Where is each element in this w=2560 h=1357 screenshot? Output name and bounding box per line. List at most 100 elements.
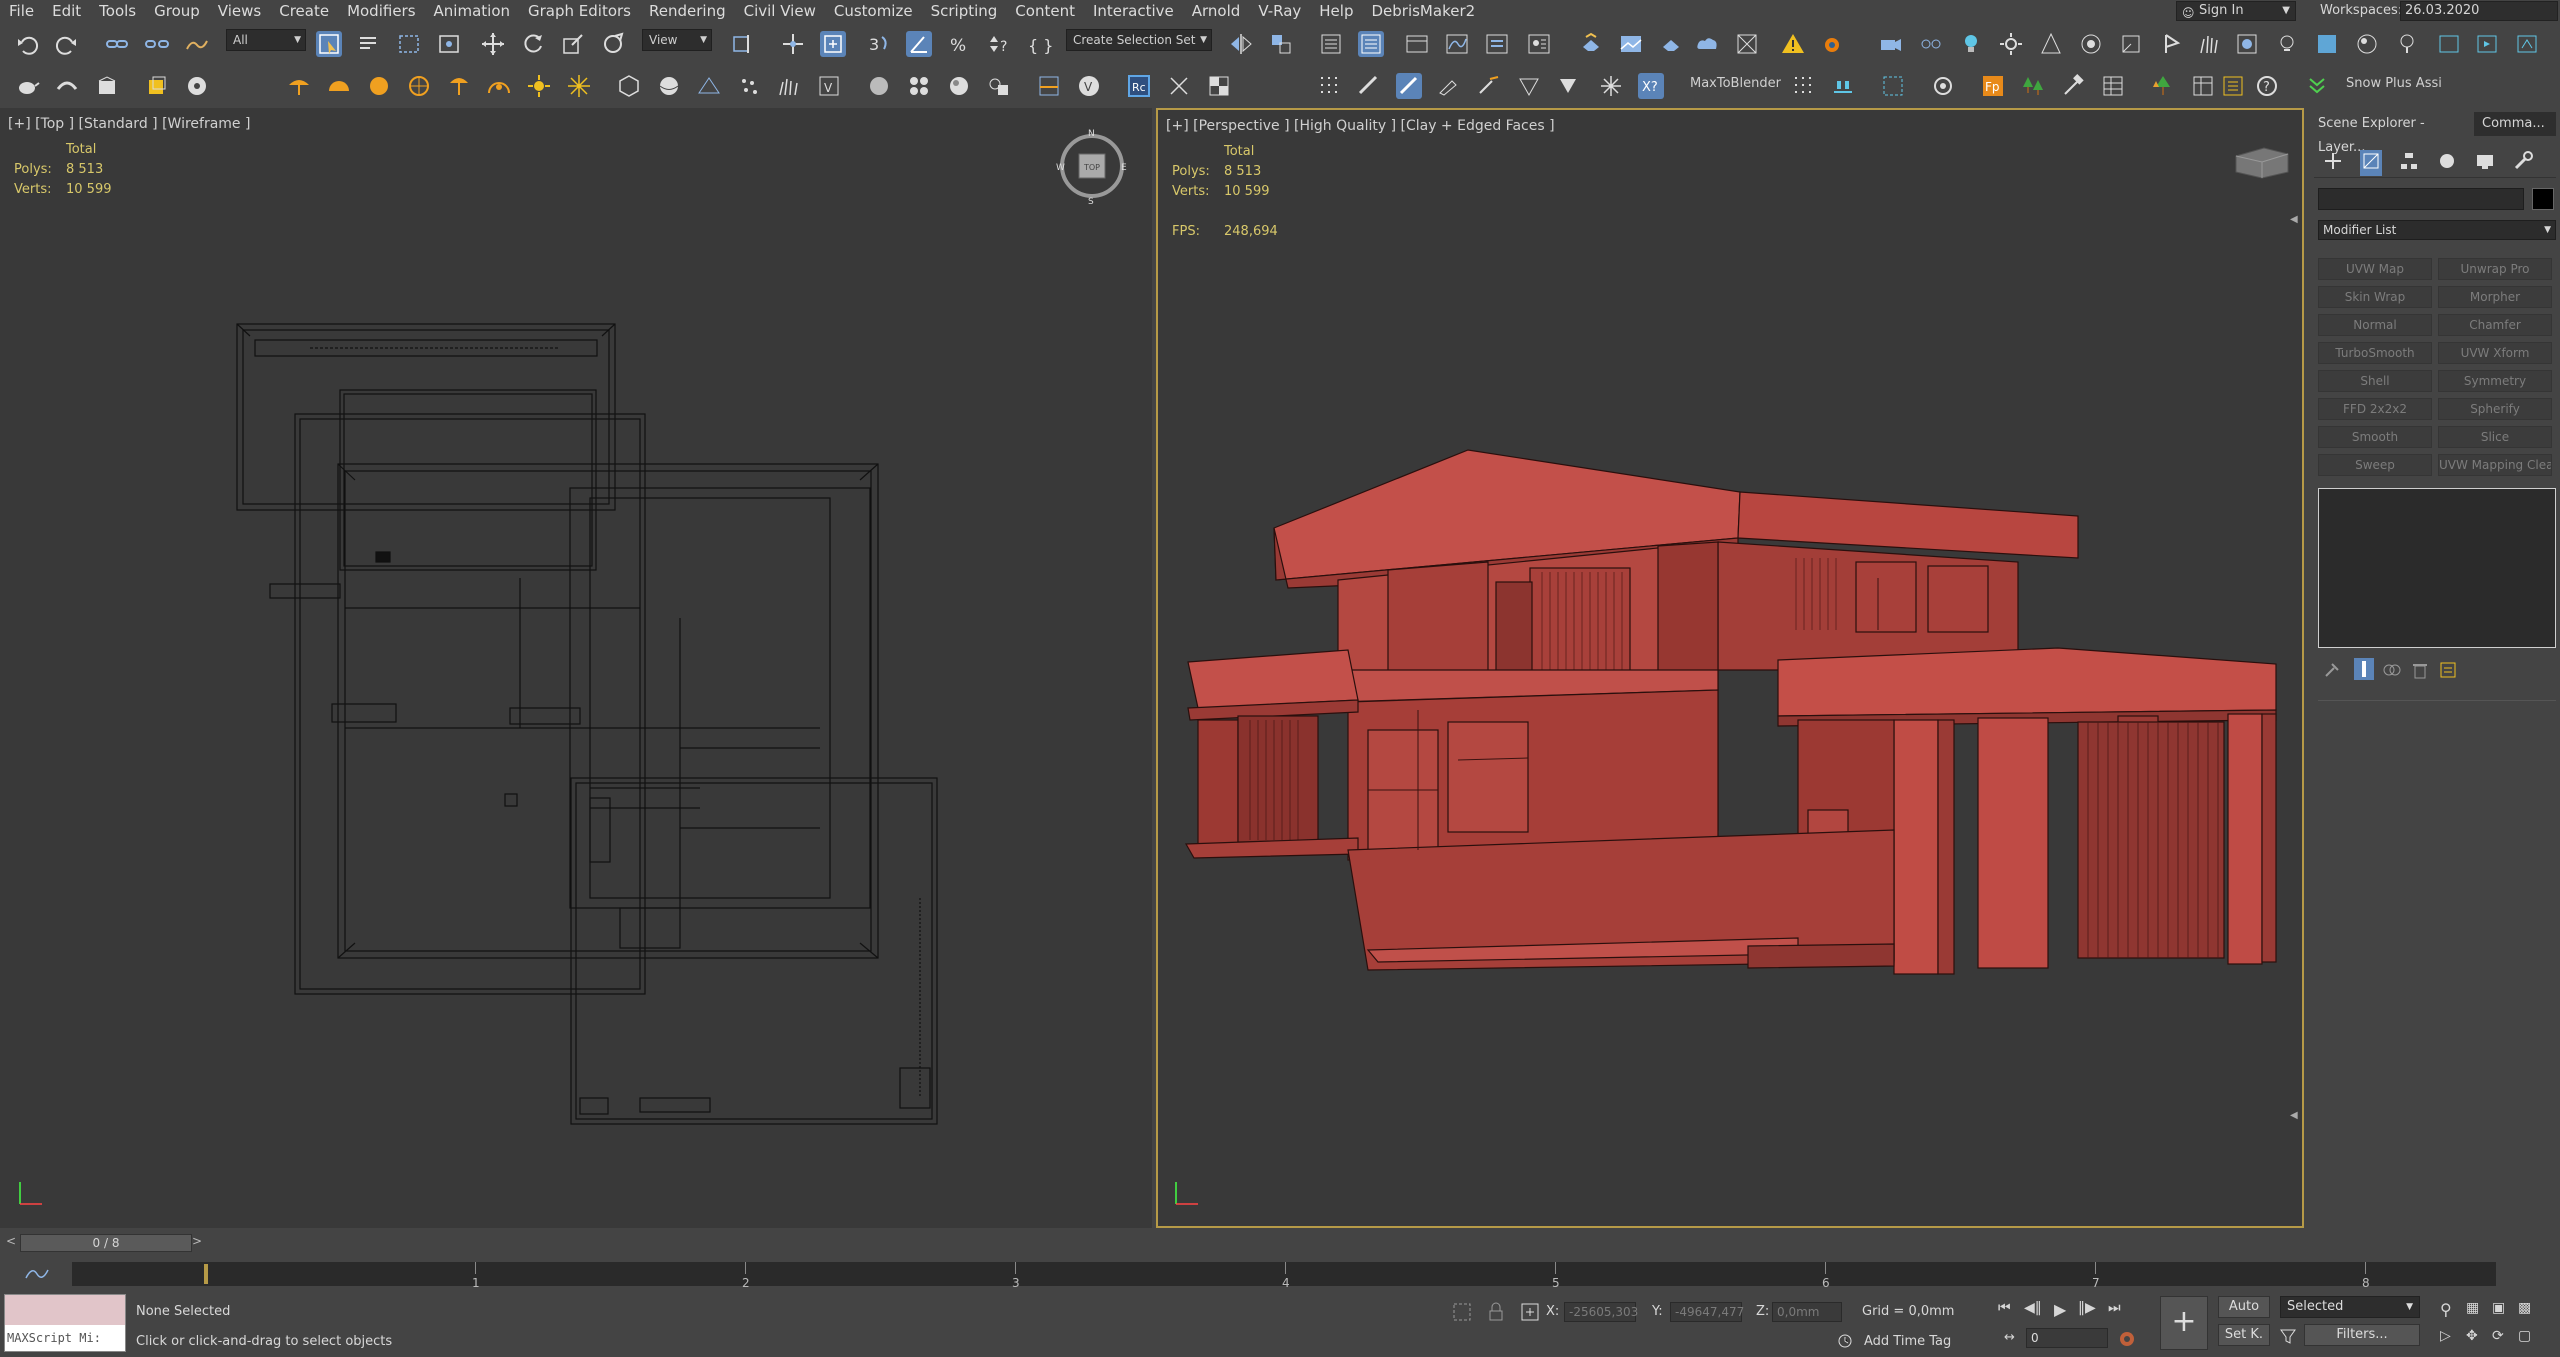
modifier-button-normal[interactable]: Normal [2318,314,2432,336]
vray-mesh-export-icon[interactable] [2314,31,2340,57]
umbrella-icon[interactable] [286,73,312,99]
object-color-swatch[interactable] [2532,188,2554,210]
menu-content[interactable]: Content [1006,0,1084,22]
rectangular-selection-icon[interactable] [396,31,422,57]
maxscript-input[interactable]: MAXScript Mi: [5,1325,125,1351]
menu-create[interactable]: Create [270,0,338,22]
vray-object-properties-icon[interactable] [2234,31,2260,57]
modify-icon[interactable] [2360,150,2382,176]
time-slider-thumb[interactable]: 0 / 8 [20,1234,192,1252]
vray-viewport-window-icon[interactable] [2436,31,2462,57]
double-chevron-down-icon[interactable] [2304,73,2330,99]
vray-material-icon[interactable] [2354,31,2380,57]
zoom-extents-all-icon[interactable]: ▩ [2518,1300,2531,1316]
schematic-view-icon[interactable] [1484,31,1510,57]
align-icon[interactable] [1268,31,1294,57]
modifier-stack[interactable] [2318,488,2556,648]
pivot-center-icon[interactable] [730,31,756,57]
y-coordinate-field[interactable]: -49647,477 [1670,1302,1744,1322]
vray-frame-buffer-icon[interactable] [1734,31,1760,57]
workspace-select[interactable]: 26.03.2020 [2400,1,2558,21]
go-to-start-icon[interactable]: ⏮ [1998,1300,2011,1316]
max-to-blender-label[interactable]: MaxToBlender [1690,76,1781,91]
reference-coordinate-select[interactable]: View ▼ [642,29,712,51]
modifier-button-unwrap-pro[interactable]: Unwrap Pro [2438,258,2552,280]
half-sphere-icon[interactable] [326,73,352,99]
add-time-tag[interactable]: Add Time Tag [1864,1334,1951,1349]
modifier-button-symmetry[interactable]: Symmetry [2438,370,2552,392]
settings-circle-icon[interactable] [1930,73,1956,99]
geosphere-icon[interactable] [406,73,432,99]
modifier-button-smooth[interactable]: Smooth [2318,426,2432,448]
forestpack-tool-icon[interactable] [1166,73,1192,99]
bind-spacewarp-icon[interactable] [184,31,210,57]
render-cloud-icon[interactable] [54,73,80,99]
field-of-view-icon[interactable]: ▷ [2440,1328,2451,1344]
selection-lock-icon[interactable] [1484,1300,1508,1328]
vray-cube-icon[interactable] [616,73,642,99]
tree-generator-icon[interactable] [2150,73,2176,99]
starburst-icon[interactable] [566,73,592,99]
time-configuration-icon[interactable] [2118,1330,2136,1352]
undo-icon[interactable] [14,31,40,57]
add-keyframe-button[interactable]: + [2160,1296,2208,1350]
ruler-icon[interactable] [1356,73,1382,99]
show-end-result-icon[interactable] [2354,658,2374,680]
unlink-icon[interactable] [144,31,170,57]
vray-fur-object-icon[interactable] [776,73,802,99]
zoom-all-icon[interactable]: ▦ [2466,1300,2479,1316]
menu-group[interactable]: Group [145,0,209,22]
vray-ies-light-icon[interactable] [2394,31,2420,57]
trash-icon[interactable] [2410,660,2430,684]
vray-fur-icon[interactable] [2196,31,2222,57]
menu-tools[interactable]: Tools [90,0,145,22]
menu-v-ray[interactable]: V-Ray [1249,0,1310,22]
modifier-button-uvw-mapping-clear[interactable]: UVW Mapping Clear [2438,454,2552,476]
spinner-snap-icon[interactable]: ? [986,31,1012,57]
vray-infinite-plane-icon[interactable] [696,73,722,99]
modifier-button-sweep[interactable]: Sweep [2318,454,2432,476]
motion-icon[interactable] [2436,150,2458,176]
key-filter-icon[interactable] [2278,1326,2298,1350]
modifier-button-turbosmooth[interactable]: TurboSmooth [2318,342,2432,364]
knife-cut-icon[interactable] [1436,73,1462,99]
notes-list-icon[interactable] [2220,73,2246,99]
zoom-extents-icon[interactable]: ▣ [2492,1300,2505,1316]
teapot-icon[interactable] [14,73,40,99]
menu-file[interactable]: File [0,0,43,22]
rotate-icon[interactable] [520,31,546,57]
vray-plane-icon[interactable] [2118,31,2144,57]
checker-icon[interactable] [1206,73,1232,99]
track-bar[interactable] [0,1258,2560,1290]
filters-button[interactable]: Filters... [2304,1324,2420,1346]
absolute-mode-icon[interactable] [1518,1300,1542,1328]
snap-tool-icon[interactable] [1396,73,1422,99]
railclone-icon[interactable]: Rc [1126,73,1152,99]
percent-snap-icon[interactable]: % [946,31,972,57]
maxscript-output[interactable] [5,1295,125,1325]
menu-views[interactable]: Views [209,0,270,22]
select-manipulate-icon[interactable] [780,31,806,57]
light-bulb-icon[interactable] [1958,31,1984,57]
warning-icon[interactable] [1780,31,1806,57]
current-frame-field[interactable]: 0 [2026,1328,2108,1348]
layer-explorer-icon[interactable] [1358,31,1384,57]
time-tag-icon[interactable] [1836,1332,1854,1354]
blender-icon[interactable] [1818,31,1844,57]
forestpack-icon[interactable]: Fp [1980,73,2006,99]
rendered-frame-window-icon[interactable] [1618,31,1644,57]
selection-region-icon[interactable] [1880,73,1906,99]
menu-animation[interactable]: Animation [425,0,519,22]
modifier-button-chamfer[interactable]: Chamfer [2438,314,2552,336]
render-setup-icon[interactable] [1578,31,1604,57]
menu-modifiers[interactable]: Modifiers [338,0,424,22]
pan-icon[interactable]: ✥ [2466,1328,2478,1344]
time-slider-next[interactable]: > [192,1234,202,1248]
mirror-icon[interactable] [1228,31,1254,57]
vray-sphere-icon[interactable] [656,73,682,99]
spreadsheet-icon[interactable] [2100,73,2126,99]
spot-light-icon[interactable] [2038,31,2064,57]
play-icon[interactable]: ▶ [2054,1300,2066,1319]
shaded-sphere-icon[interactable] [866,73,892,99]
viewport-perspective[interactable]: [+] [Perspective ] [High Quality ] [Clay… [1156,108,2304,1228]
